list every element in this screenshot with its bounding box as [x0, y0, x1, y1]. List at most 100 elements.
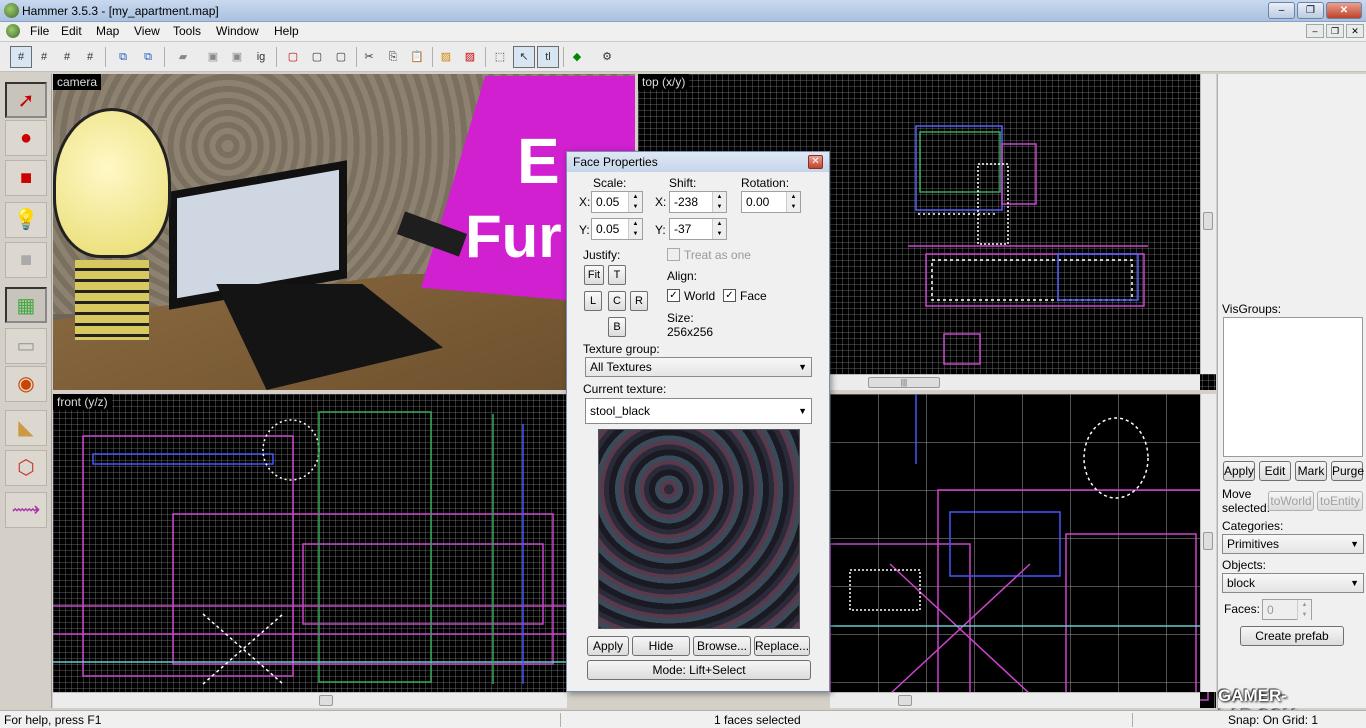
- visgroup-mark-button[interactable]: Mark: [1295, 461, 1327, 481]
- create-prefab-button[interactable]: Create prefab: [1240, 626, 1344, 646]
- texture-group-select[interactable]: All Textures ▼: [585, 357, 812, 377]
- justify-top-button[interactable]: T: [608, 265, 626, 285]
- to-entity-button[interactable]: toEntity: [1317, 491, 1363, 511]
- path-tool-icon[interactable]: ⟿: [5, 492, 47, 528]
- spinner-arrows-icon[interactable]: ▲ ▼: [628, 219, 642, 239]
- copy-icon[interactable]: ⎘: [382, 46, 404, 68]
- magnify-tool-icon[interactable]: ●: [5, 120, 47, 156]
- spinner-arrows-icon[interactable]: ▲ ▼: [712, 192, 726, 212]
- visgroup-purge-button[interactable]: Purge: [1331, 461, 1364, 481]
- objects-select[interactable]: block ▼: [1222, 573, 1364, 593]
- vertex-tool-icon[interactable]: ⬡: [5, 450, 47, 486]
- current-texture-select[interactable]: stool_black ▼: [585, 398, 812, 424]
- apply-button[interactable]: Apply: [587, 636, 629, 656]
- minimize-button[interactable]: –: [1268, 2, 1295, 19]
- run-map-icon[interactable]: ◆: [566, 46, 588, 68]
- categories-select[interactable]: Primitives ▼: [1222, 534, 1364, 554]
- grid-toggle-icon[interactable]: #: [10, 46, 32, 68]
- ignore-groups-icon[interactable]: ig: [250, 46, 272, 68]
- visgroups-list[interactable]: [1223, 317, 1363, 457]
- mdi-minimize-button[interactable]: –: [1306, 24, 1324, 38]
- decal-tool-icon[interactable]: ◉: [5, 366, 47, 402]
- move-to-world-icon[interactable]: ▣: [226, 46, 248, 68]
- spinner-arrows-icon[interactable]: ▲ ▼: [712, 219, 726, 239]
- menu-map[interactable]: Map: [92, 24, 123, 38]
- block-tool-icon[interactable]: ■: [5, 242, 47, 278]
- carve-icon[interactable]: ⧉: [112, 46, 134, 68]
- menu-view[interactable]: View: [130, 24, 164, 38]
- browse-button[interactable]: Browse...: [693, 636, 751, 656]
- menu-edit[interactable]: Edit: [57, 24, 86, 38]
- visgroup-apply-button[interactable]: Apply: [1223, 461, 1255, 481]
- restore-button[interactable]: ❐: [1297, 2, 1324, 19]
- mdi-close-button[interactable]: ✕: [1346, 24, 1364, 38]
- tie-to-entity-icon[interactable]: ▣: [202, 46, 224, 68]
- side-viewport-hscroll[interactable]: [830, 692, 1200, 708]
- bounding-box-icon[interactable]: ⬚: [489, 46, 511, 68]
- grid-3d-icon[interactable]: #: [33, 46, 55, 68]
- larger-grid-icon[interactable]: #: [79, 46, 101, 68]
- menu-help[interactable]: Help: [270, 24, 303, 38]
- texture-application-tool-icon[interactable]: ▦: [5, 287, 47, 323]
- visgroup-edit-button[interactable]: Edit: [1259, 461, 1291, 481]
- spinner-arrows-icon[interactable]: ▲ ▼: [1297, 600, 1311, 620]
- scale-x-value: 0.05: [596, 195, 620, 209]
- front-viewport[interactable]: front (y/z): [53, 394, 567, 708]
- align-world-label: World: [684, 289, 716, 303]
- title-bar: Hammer 3.5.3 - [my_apartment.map] – ❐ ✕: [0, 0, 1366, 22]
- front-viewport-hscroll[interactable]: [53, 692, 567, 708]
- paste-icon[interactable]: 📋: [406, 46, 428, 68]
- to-world-button[interactable]: toWorld: [1268, 491, 1314, 511]
- scale-x-input[interactable]: 0.05 ▲ ▼: [591, 191, 643, 213]
- justify-fit-button[interactable]: Fit: [584, 265, 604, 285]
- current-texture-value: stool_black: [590, 404, 651, 418]
- justify-center-button[interactable]: C: [608, 291, 626, 311]
- camera-tool-icon[interactable]: ■: [5, 160, 47, 196]
- shift-x-input[interactable]: -238 ▲ ▼: [669, 191, 727, 213]
- camera-viewport[interactable]: E Fur camera: [53, 74, 635, 390]
- spinner-arrows-icon[interactable]: ▲ ▼: [786, 192, 800, 212]
- hide-objects-icon[interactable]: ▢: [282, 46, 304, 68]
- mode-button[interactable]: Mode: Lift+Select: [587, 660, 811, 680]
- treat-as-one-checkbox[interactable]: [667, 248, 680, 261]
- laptop-screen-content: [177, 169, 339, 299]
- texture-lock-on-icon[interactable]: tl: [537, 46, 559, 68]
- selection-tool-icon[interactable]: ➚: [5, 82, 47, 118]
- justify-left-button[interactable]: L: [584, 291, 602, 311]
- shift-y-input[interactable]: -37 ▲ ▼: [669, 218, 727, 240]
- show-objects-icon[interactable]: ▢: [306, 46, 328, 68]
- clipping-tool-icon[interactable]: ◣: [5, 410, 47, 446]
- side-viewport-vscroll[interactable]: [1200, 394, 1216, 692]
- align-face-checkbox[interactable]: ✓: [723, 289, 736, 302]
- hollow-icon[interactable]: ▰: [172, 46, 194, 68]
- faces-input[interactable]: 0 ▲ ▼: [1262, 599, 1312, 620]
- side-viewport[interactable]: [830, 394, 1216, 708]
- clip-icon[interactable]: ▨: [459, 46, 481, 68]
- cut-icon[interactable]: ✂: [358, 46, 380, 68]
- hide-mask-button[interactable]: Hide mask: [632, 636, 690, 671]
- chevron-down-icon: ▼: [798, 362, 807, 372]
- menu-file[interactable]: File: [26, 24, 53, 38]
- nodraw-icon[interactable]: ▨: [435, 46, 457, 68]
- justify-right-button[interactable]: R: [630, 291, 648, 311]
- group-icon[interactable]: ⧉: [137, 46, 159, 68]
- apply-texture-tool-icon[interactable]: ▭: [5, 328, 47, 364]
- rotation-input[interactable]: 0.00 ▲ ▼: [741, 191, 801, 213]
- replace-button[interactable]: Replace...: [754, 636, 810, 656]
- top-viewport-vscroll[interactable]: [1200, 74, 1216, 374]
- texture-lock-icon[interactable]: ▢: [330, 46, 352, 68]
- close-button[interactable]: ✕: [1326, 2, 1362, 19]
- menu-tools[interactable]: Tools: [169, 24, 205, 38]
- justify-bottom-button[interactable]: B: [608, 317, 626, 337]
- scale-y-input[interactable]: 0.05 ▲ ▼: [591, 218, 643, 240]
- spinner-arrows-icon[interactable]: ▲ ▼: [628, 192, 642, 212]
- mdi-restore-button[interactable]: ❐: [1326, 24, 1344, 38]
- options-icon[interactable]: ⚙: [596, 46, 618, 68]
- entity-tool-icon[interactable]: 💡: [5, 202, 47, 238]
- smaller-grid-icon[interactable]: #: [56, 46, 78, 68]
- menu-window[interactable]: Window: [212, 24, 263, 38]
- select-icon[interactable]: ↖: [513, 46, 535, 68]
- dialog-close-icon[interactable]: ✕: [808, 155, 823, 169]
- poster-text-small: Fur: [465, 203, 562, 270]
- align-world-checkbox[interactable]: ✓: [667, 289, 680, 302]
